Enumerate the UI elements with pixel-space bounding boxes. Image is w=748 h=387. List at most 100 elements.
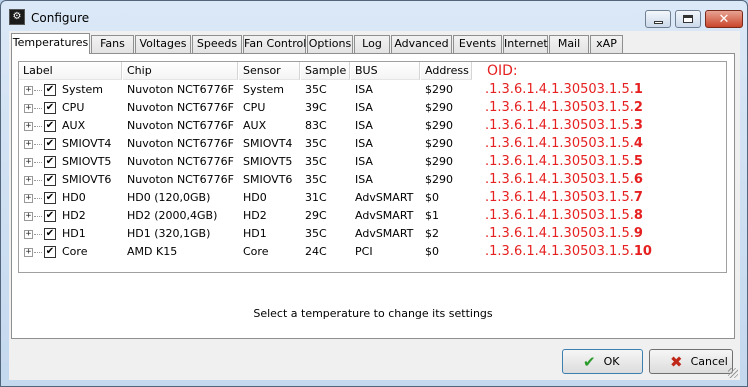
cell-label: HD1 [62,227,86,240]
cell-label: HD0 [62,191,86,204]
cell-bus: AdvSMART [355,227,414,240]
cell-sample: 35C [305,173,327,186]
expand-icon[interactable]: + [24,140,33,149]
cell-address: $290 [425,119,453,132]
ok-label: OK [603,355,620,368]
oid-suffix: 1 [633,82,643,97]
row-checkbox[interactable]: ✔ [44,120,56,132]
column-header-label[interactable]: Label [19,62,122,80]
cell-bus: ISA [355,101,373,114]
cell-address: $1 [425,209,439,222]
app-icon: ⚙ [9,9,25,25]
expand-icon[interactable]: + [24,104,33,113]
tree-connector [34,252,42,253]
cell-bus: ISA [355,155,373,168]
oid-prefix: .1.3.6.1.4.1.30503.1.5. [485,190,634,205]
title-bar[interactable]: ⚙ Configure ✕ [1,1,747,31]
row-checkbox[interactable]: ✔ [44,84,56,96]
cell-chip: AMD K15 [127,245,178,258]
row-checkbox[interactable]: ✔ [44,156,56,168]
cell-sensor: HD0 [243,191,267,204]
tab-events[interactable]: Events [453,35,502,53]
expand-icon[interactable]: + [24,194,33,203]
expand-icon[interactable]: + [24,212,33,221]
tab-internet[interactable]: Internet [503,35,548,53]
oid-suffix: 10 [633,244,652,259]
cell-label: CPU [62,101,85,114]
cell-sample: 35C [305,227,327,240]
row-checkbox[interactable]: ✔ [44,192,56,204]
oid-prefix: .1.3.6.1.4.1.30503.1.5. [485,208,634,223]
expand-icon[interactable]: + [24,122,33,131]
ok-button[interactable]: ✔ OK [562,349,643,374]
oid-suffix: 6 [633,172,643,187]
cell-sample: 35C [305,155,327,168]
close-button[interactable]: ✕ [705,10,743,28]
expand-icon[interactable]: + [24,248,33,257]
row-checkbox[interactable]: ✔ [44,102,56,114]
expand-icon[interactable]: + [24,86,33,95]
column-header-sensor[interactable]: Sensor [239,62,300,80]
table-row[interactable]: + ✔ SMIOVT5 Nuvoton NCT6776F SMIOVT5 35C ISA $2… [19,153,726,171]
column-header-bus[interactable]: BUS [351,62,420,80]
cell-sensor: CPU [243,101,266,114]
row-checkbox[interactable]: ✔ [44,174,56,186]
tab-fans[interactable]: Fans [91,35,134,53]
tab-xap[interactable]: xAP [590,35,623,53]
expand-icon[interactable]: + [24,176,33,185]
tab-voltages[interactable]: Voltages [135,35,191,53]
row-checkbox[interactable]: ✔ [44,246,56,258]
table-row[interactable]: + ✔ HD1 HD1 (320,1GB) HD1 35C AdvSMART $2 .1.3.6… [19,225,726,243]
tab-advanced[interactable]: Advanced [391,35,452,53]
row-checkbox[interactable]: ✔ [44,228,56,240]
cell-address: $290 [425,173,453,186]
cell-sample: 24C [305,245,327,258]
table-row[interactable]: + ✔ HD2 HD2 (2000,4GB) HD2 29C AdvSMART $1 .1.3.… [19,207,726,225]
expand-icon[interactable]: + [24,158,33,167]
cell-oid: .1.3.6.1.4.1.30503.1.5.6 [485,171,643,189]
cell-bus: ISA [355,137,373,150]
tab-options[interactable]: Options [307,35,353,53]
oid-prefix: .1.3.6.1.4.1.30503.1.5. [485,226,634,241]
tab-temperatures[interactable]: Temperatures [11,33,90,54]
cell-label: System [62,83,104,96]
table-row[interactable]: + ✔ SMIOVT4 Nuvoton NCT6776F SMIOVT4 35C ISA $2… [19,135,726,153]
cell-address: $0 [425,245,439,258]
table-row[interactable]: + ✔ AUX Nuvoton NCT6776F AUX 83C ISA $290 .1.3.6… [19,117,726,135]
column-header-sample[interactable]: Sample [301,62,350,80]
table-row[interactable]: + ✔ HD0 HD0 (120,0GB) HD0 31C AdvSMART $0 .1.3.6… [19,189,726,207]
cancel-button[interactable]: ✖ Cancel [649,349,733,374]
tab-fan-control[interactable]: Fan Control [243,35,306,53]
maximize-button[interactable] [675,10,701,28]
cell-address: $290 [425,137,453,150]
table-row[interactable]: + ✔ System Nuvoton NCT6776F System 35C ISA $290… [19,81,726,99]
table-row[interactable]: + ✔ Core AMD K15 Core 24C PCI $0 .1.3.6.1.4.1.30… [19,243,726,261]
column-header-address[interactable]: Address [421,62,472,80]
cell-label: HD2 [62,209,86,222]
column-header-chip[interactable]: Chip [123,62,238,80]
oid-prefix: .1.3.6.1.4.1.30503.1.5. [485,100,634,115]
tab-log[interactable]: Log [354,35,390,53]
cell-sensor: System [243,83,285,96]
resize-grip[interactable] [728,368,738,378]
table-row[interactable]: + ✔ SMIOVT6 Nuvoton NCT6776F SMIOVT6 35C ISA $2… [19,171,726,189]
row-checkbox[interactable]: ✔ [44,138,56,150]
cancel-label: Cancel [690,355,728,368]
cell-bus: ISA [355,83,373,96]
tree-connector [34,216,42,217]
expand-icon[interactable]: + [24,230,33,239]
oid-prefix: .1.3.6.1.4.1.30503.1.5. [485,82,634,97]
minimize-button[interactable] [645,10,671,28]
minimize-icon [653,20,663,24]
temperature-list[interactable]: Label Chip Sensor Sample BUS Address OID… [18,61,727,273]
tab-speeds[interactable]: Speeds [192,35,242,53]
cell-sample: 83C [305,119,327,132]
cell-chip: HD1 (320,1GB) [127,227,211,240]
temperatures-panel: Label Chip Sensor Sample BUS Address OID… [11,53,735,339]
table-row[interactable]: + ✔ CPU Nuvoton NCT6776F CPU 39C ISA $290 .1.3.6… [19,99,726,117]
oid-suffix: 7 [633,190,643,205]
tab-mail[interactable]: Mail [549,35,589,53]
tree-connector [34,234,42,235]
cell-address: $290 [425,155,453,168]
row-checkbox[interactable]: ✔ [44,210,56,222]
